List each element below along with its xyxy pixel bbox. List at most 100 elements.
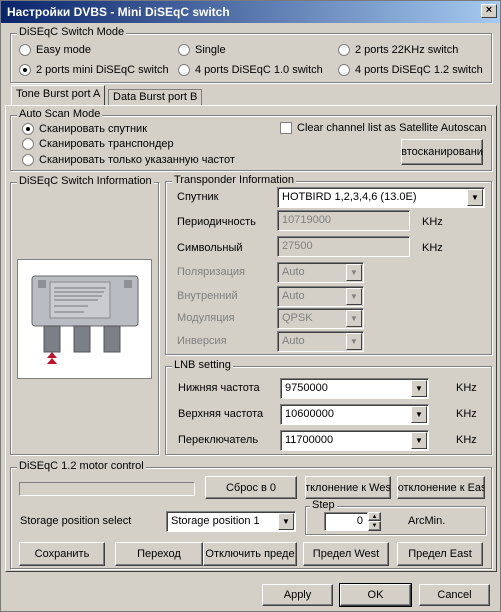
satellite-value: HOTBIRD 1,2,3,4,6 (13.0E) xyxy=(282,191,417,203)
inversion-label: Инверсия xyxy=(177,335,227,347)
checkbox-label: Clear channel list as Satellite Autoscan xyxy=(297,122,487,134)
switch-mode-legend: DiSEqC Switch Mode xyxy=(17,26,127,38)
inversion-value: Auto xyxy=(282,335,305,347)
clear-channel-list-checkbox[interactable]: Clear channel list as Satellite Autoscan xyxy=(280,122,487,134)
modulation-value: QPSK xyxy=(282,312,313,324)
spin-up-icon[interactable]: ▲ xyxy=(368,512,381,521)
radio-circle-checked-icon xyxy=(22,123,34,135)
radio-circle-icon xyxy=(338,64,350,76)
lnb-high-select[interactable]: 10600000 ▼ xyxy=(280,404,429,425)
step-input[interactable]: 0 xyxy=(324,512,368,531)
dvbs-settings-window: Настройки DVBS - Mini DiSEqC switch × Di… xyxy=(0,0,501,612)
limit-east-button[interactable]: Предел East xyxy=(397,542,483,566)
autoscan-button[interactable]: втосканировани xyxy=(401,139,483,165)
radio-label: Сканировать транспондер xyxy=(39,138,174,150)
checkbox-icon xyxy=(280,122,292,134)
ok-button[interactable]: OK xyxy=(339,583,412,607)
radio-scan-satellite[interactable]: Сканировать спутник xyxy=(22,123,147,135)
frequency-label: Периодичность xyxy=(177,216,256,228)
polarization-value: Auto xyxy=(282,266,305,278)
chevron-down-icon[interactable]: ▼ xyxy=(467,189,483,206)
storage-position-select[interactable]: Storage position 1 ▼ xyxy=(166,511,296,532)
apply-button[interactable]: Apply xyxy=(262,584,333,606)
radio-scan-frequency[interactable]: Сканировать только указанную частот xyxy=(22,154,244,166)
chevron-down-icon[interactable]: ▼ xyxy=(411,380,427,397)
modulation-label: Модуляция xyxy=(177,312,235,324)
reset-to-zero-button[interactable]: Сброс в 0 xyxy=(205,476,297,499)
switch-info-legend: DiSEqC Switch Information xyxy=(17,175,154,187)
chevron-down-icon[interactable]: ▼ xyxy=(346,333,362,350)
tab-tone-burst-a[interactable]: Tone Burst port A xyxy=(11,85,106,106)
motor-progress-bar xyxy=(19,482,195,496)
polarization-select[interactable]: Auto ▼ xyxy=(277,262,364,283)
chevron-down-icon[interactable]: ▼ xyxy=(278,513,294,530)
radio-easy-mode[interactable]: Easy mode xyxy=(19,44,91,56)
limit-west-button[interactable]: Предел West xyxy=(303,542,389,566)
radio-2ports-22khz[interactable]: 2 ports 22KHz switch xyxy=(338,44,458,56)
lnb-low-select[interactable]: 9750000 ▼ xyxy=(280,378,429,399)
modulation-select[interactable]: QPSK ▼ xyxy=(277,308,364,329)
lnb-high-label: Верхняя частота xyxy=(178,408,264,420)
motor-control-legend: DiSEqC 1.2 motor control xyxy=(17,460,146,472)
storage-position-value: Storage position 1 xyxy=(171,515,260,527)
radio-label: Сканировать только указанную частот xyxy=(39,154,235,166)
lnb-switch-select[interactable]: 11700000 ▼ xyxy=(280,430,429,451)
move-east-button[interactable]: ютклонение к Eas xyxy=(397,476,485,499)
tab-data-burst-b[interactable]: Data Burst port B xyxy=(108,89,203,106)
step-spinner[interactable]: ▲ ▼ xyxy=(368,512,381,531)
close-button[interactable]: × xyxy=(481,4,497,18)
radio-scan-transponder[interactable]: Сканировать транспондер xyxy=(22,138,174,150)
lnb-low-unit: KHz xyxy=(456,382,477,394)
internal-select[interactable]: Auto ▼ xyxy=(277,286,364,307)
radio-circle-icon xyxy=(338,44,350,56)
auto-scan-legend: Auto Scan Mode xyxy=(17,108,103,120)
lnb-low-value: 9750000 xyxy=(285,382,328,394)
switch-photo-icon xyxy=(31,275,139,364)
chevron-down-icon[interactable]: ▼ xyxy=(411,432,427,449)
radio-label: 4 ports DiSEqC 1.0 switch xyxy=(195,64,323,76)
step-unit: ArcMin. xyxy=(408,515,446,527)
radio-label: Сканировать спутник xyxy=(39,123,148,135)
satellite-label: Спутник xyxy=(177,191,219,203)
move-west-button[interactable]: тклонение к Wes xyxy=(305,476,391,499)
cancel-button[interactable]: Cancel xyxy=(419,584,490,606)
radio-4ports-diseqc12[interactable]: 4 ports DiSEqC 1.2 switch xyxy=(338,64,483,76)
radio-circle-icon xyxy=(22,154,34,166)
radio-label: 2 ports mini DiSEqC switch xyxy=(36,64,169,76)
frequency-field[interactable]: 10719000 xyxy=(277,210,410,231)
symbol-rate-field[interactable]: 27500 xyxy=(277,236,410,257)
radio-label: 4 ports DiSEqC 1.2 switch xyxy=(355,64,483,76)
polarization-label: Поляризация xyxy=(177,266,245,278)
lnb-switch-label: Переключатель xyxy=(178,434,259,446)
chevron-down-icon[interactable]: ▼ xyxy=(346,264,362,281)
lnb-legend: LNB setting xyxy=(172,359,233,371)
radio-label: 2 ports 22KHz switch xyxy=(355,44,459,56)
chevron-down-icon[interactable]: ▼ xyxy=(411,406,427,423)
radio-2ports-mini-diseqc[interactable]: 2 ports mini DiSEqC switch xyxy=(19,64,169,76)
lnb-high-unit: KHz xyxy=(456,408,477,420)
chevron-down-icon[interactable]: ▼ xyxy=(346,288,362,305)
radio-circle-icon xyxy=(19,44,31,56)
inversion-select[interactable]: Auto ▼ xyxy=(277,331,364,352)
spin-down-icon[interactable]: ▼ xyxy=(368,521,381,531)
radio-single[interactable]: Single xyxy=(178,44,226,56)
radio-circle-icon xyxy=(178,64,190,76)
lnb-switch-unit: KHz xyxy=(456,434,477,446)
radio-circle-icon xyxy=(22,138,34,150)
save-position-button[interactable]: Сохранить xyxy=(19,542,105,566)
transponder-legend: Transponder Information xyxy=(172,174,297,186)
internal-value: Auto xyxy=(282,290,305,302)
radio-4ports-diseqc10[interactable]: 4 ports DiSEqC 1.0 switch xyxy=(178,64,323,76)
frequency-unit: KHz xyxy=(422,216,443,228)
goto-position-button[interactable]: Переход xyxy=(115,542,203,566)
window-title: Настройки DVBS - Mini DiSEqC switch xyxy=(7,5,230,19)
title-bar: Настройки DVBS - Mini DiSEqC switch × xyxy=(1,1,500,23)
radio-circle-checked-icon xyxy=(19,64,31,76)
lnb-switch-value: 11700000 xyxy=(285,434,334,446)
internal-label: Внутренний xyxy=(177,290,238,302)
chevron-down-icon[interactable]: ▼ xyxy=(346,310,362,327)
diseqc-switch-image xyxy=(17,259,152,379)
disable-limits-button[interactable]: Отключить преде xyxy=(203,542,297,566)
step-legend: Step xyxy=(310,499,337,511)
satellite-select[interactable]: HOTBIRD 1,2,3,4,6 (13.0E) ▼ xyxy=(277,187,485,208)
